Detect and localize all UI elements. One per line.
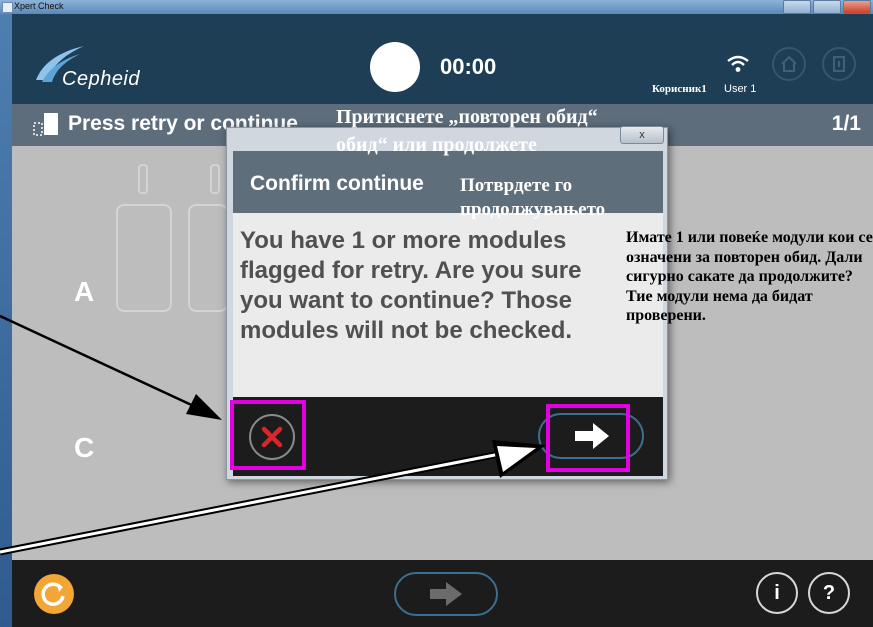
module-latch [138, 164, 148, 194]
dialog-close-button[interactable]: x [620, 126, 664, 144]
header: Cepheid 00:00 Корисник1 User 1 [12, 14, 873, 104]
status-indicator [370, 42, 420, 92]
help-button[interactable]: ? [808, 572, 850, 614]
arrow-right-icon [430, 582, 462, 606]
dialog-title-mk-line1: Потврдете го [460, 175, 573, 196]
continue-highlight-box [546, 404, 630, 472]
window-close-button[interactable] [843, 0, 871, 14]
user-name-mk: Корисник1 [652, 83, 707, 95]
row-label-a: A [74, 276, 95, 307]
maximize-button[interactable] [813, 0, 841, 14]
window-title: Xpert Check [14, 1, 64, 11]
exit-icon [833, 56, 845, 72]
dialog-message: You have 1 or more modules flagged for r… [240, 227, 582, 344]
window-titlebar: Xpert Check [0, 0, 873, 14]
wifi-icon [727, 55, 749, 72]
page-indicator: 1/1 [831, 112, 861, 135]
instruction-text-mk-line1: Притиснете „повторен обид“ [336, 106, 598, 128]
row-label-c: C [74, 432, 95, 463]
reset-icon [41, 582, 65, 606]
user-name: User 1 [724, 83, 757, 95]
module-latch [210, 164, 220, 194]
help-icon: ? [822, 582, 836, 604]
module-slot[interactable] [188, 204, 228, 312]
dialog-message-mk: Имате 1 или повеќе модули кои се означен… [626, 229, 873, 324]
info-button[interactable]: i [756, 572, 798, 614]
cancel-highlight-box [230, 400, 306, 470]
window-controls [783, 0, 871, 14]
instruction-text-mk-line2: обид“ или продолжете [336, 134, 537, 156]
dialog-title: Confirm continue [250, 172, 424, 195]
instruction-icon [33, 113, 58, 136]
next-button[interactable] [394, 572, 498, 616]
timer: 00:00 [440, 54, 497, 79]
info-icon: i [774, 582, 780, 604]
minimize-button[interactable] [783, 0, 811, 14]
app-window-icon [2, 2, 13, 13]
exit-button[interactable] [822, 47, 856, 81]
home-button[interactable] [772, 47, 806, 81]
home-icon [781, 55, 797, 72]
module-slot[interactable] [116, 204, 172, 312]
reset-button[interactable] [34, 574, 74, 614]
cepheid-logo-text: Cepheid [62, 68, 141, 90]
dialog-title-mk-line2: продолжувањето [460, 199, 606, 220]
bottom-bar: i ? [12, 560, 873, 627]
